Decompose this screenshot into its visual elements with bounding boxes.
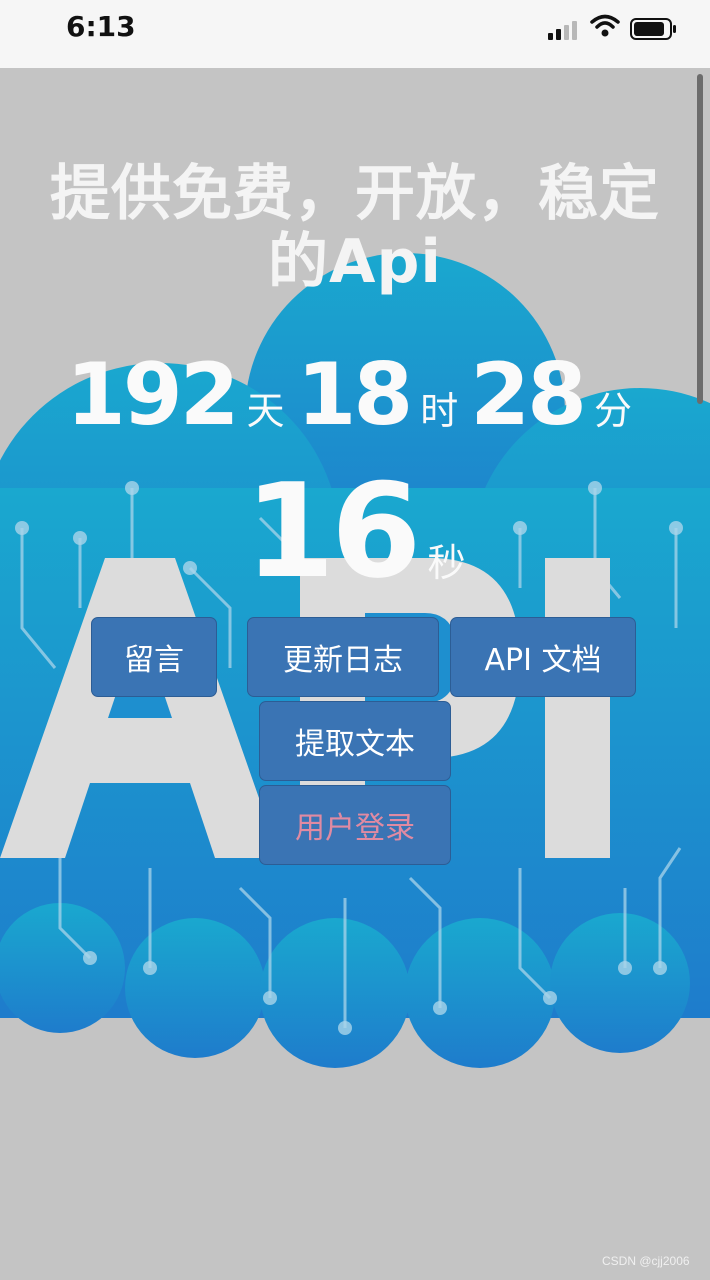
api-docs-button[interactable]: API 文档	[450, 617, 636, 697]
countdown-hours: 18	[296, 345, 414, 445]
message-button[interactable]: 留言	[91, 617, 217, 697]
countdown-seconds: 16	[244, 455, 422, 607]
countdown-seconds-unit: 秒	[427, 541, 466, 585]
countdown-seconds-row: 16 秒	[0, 455, 710, 607]
cellular-signal-icon	[548, 21, 577, 40]
status-time: 6:13	[66, 10, 136, 43]
countdown-hours-unit: 时	[420, 389, 459, 433]
countdown-minutes-unit: 分	[593, 389, 632, 433]
battery-icon	[630, 18, 676, 40]
page-headline: 提供免费，开放，稳定的Api	[50, 159, 660, 297]
extract-text-button[interactable]: 提取文本	[259, 701, 451, 781]
countdown-row: 192 天 18 时 28 分	[0, 345, 710, 445]
countdown-days: 192	[66, 345, 240, 445]
changelog-button[interactable]: 更新日志	[247, 617, 439, 697]
user-login-button[interactable]: 用户登录	[259, 785, 451, 865]
watermark: CSDN @cjj2006	[602, 1254, 690, 1268]
countdown-days-unit: 天	[246, 389, 285, 433]
countdown-minutes: 28	[470, 345, 587, 445]
wifi-icon	[590, 14, 620, 37]
status-bar: 6:13	[0, 0, 710, 68]
